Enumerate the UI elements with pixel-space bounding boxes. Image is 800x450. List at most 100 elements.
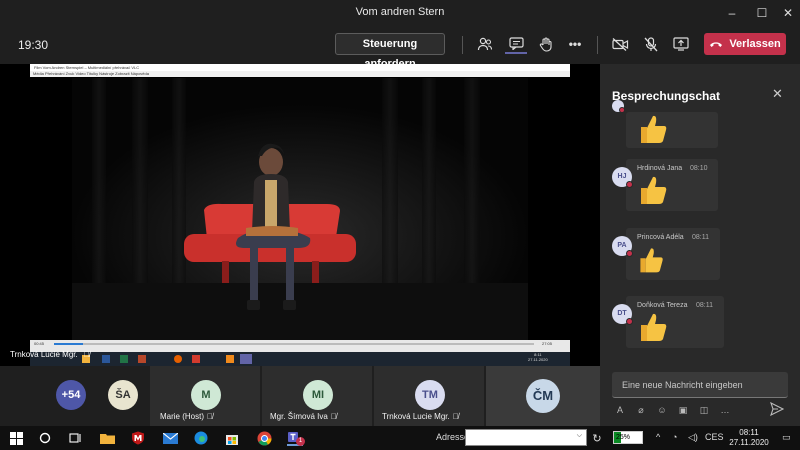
toolbar-divider: [597, 36, 598, 54]
more-options-icon[interactable]: •••: [564, 34, 586, 54]
shared-excel-icon: [120, 355, 128, 363]
windows-start-icon[interactable]: [8, 430, 24, 446]
participant-gallery: +54 ŠA M Marie (Host) 🎙̸ MI Mgr. Šímová …: [0, 366, 600, 426]
chat-icon[interactable]: [505, 34, 527, 54]
participant-avatar: M: [191, 380, 221, 410]
participant-tile[interactable]: TM Trnková Lucie Mgr. 🎙̸: [374, 366, 484, 426]
windows-taskbar: 1 Adresse ⌵ ↻ 25% ^ ◔ ◁) CES 08:11 27.11…: [0, 426, 800, 450]
mic-off-icon: 🎙̸: [452, 412, 459, 421]
participants-icon[interactable]: [474, 34, 496, 54]
window-title-bar: Vom andren Stern – ☐ ✕: [0, 0, 800, 26]
toolbar-divider: [462, 36, 463, 54]
participant-name: Mgr. Šímová Iva: [270, 412, 328, 421]
edge-icon[interactable]: [193, 430, 209, 446]
address-dropdown-icon[interactable]: ⌵: [577, 432, 582, 440]
network-icon[interactable]: ◔: [672, 432, 677, 442]
teams-taskbar-icon[interactable]: 1: [287, 430, 305, 446]
presenter-label: Trnková Lucie Mgr. 🎙̸: [10, 350, 90, 359]
chrome-icon[interactable]: [256, 430, 272, 446]
shared-teams-icon: [240, 354, 252, 364]
chat-avatar: DT: [612, 304, 633, 325]
thumbs-up-icon: [641, 313, 667, 341]
address-input[interactable]: ⌵: [465, 429, 587, 446]
maximize-icon[interactable]: ☐: [750, 4, 774, 22]
raise-hand-icon[interactable]: [535, 34, 557, 54]
participant-tile[interactable]: ČM: [486, 366, 600, 426]
chat-timestamp: 08:10: [690, 165, 708, 172]
volume-icon[interactable]: ◁): [688, 432, 698, 443]
vlc-window: Film Vom Andren Sternspiel – Multimediál…: [30, 64, 570, 366]
participant-label: Marie (Host) 🎙̸: [160, 412, 213, 421]
chat-avatar: PA: [612, 236, 633, 257]
thumbs-up-icon: [640, 248, 663, 273]
format-icon[interactable]: A: [614, 404, 626, 416]
clock-date: 27.11.2020: [729, 438, 769, 447]
presence-dot: [626, 250, 633, 257]
search-icon[interactable]: [37, 430, 53, 446]
leave-button[interactable]: Verlassen: [704, 33, 786, 55]
vlc-title-bar: Film Vom Andren Sternspiel – Multimediál…: [30, 64, 570, 71]
participant-label: Trnková Lucie Mgr. 🎙̸: [382, 412, 459, 421]
chat-avatar-initials: PA: [617, 242, 627, 249]
clock-time: 08:11: [739, 428, 759, 437]
meeting-toolbar: 19:30 Steuerung anfordern ••• Verlassen: [0, 26, 800, 70]
video-frame: [72, 78, 528, 342]
participant-avatar: ČM: [526, 379, 560, 413]
input-language[interactable]: CES: [705, 432, 724, 442]
share-screen-icon[interactable]: [670, 34, 692, 54]
mail-icon[interactable]: [162, 430, 178, 446]
emoji-icon[interactable]: ☺: [656, 404, 668, 416]
chat-avatar-initials: DT: [617, 310, 627, 317]
participant-label: Mgr. Šímová Iva 🎙̸: [270, 412, 337, 421]
sticker-icon[interactable]: ◫: [698, 404, 710, 416]
thumbs-up-icon: [641, 115, 667, 143]
participant-tile[interactable]: MI Mgr. Šímová Iva 🎙̸: [262, 366, 372, 426]
more-compose-icon[interactable]: …: [719, 404, 731, 416]
shared-word-icon: [102, 355, 110, 363]
chat-avatar-initials: HJ: [617, 173, 627, 180]
chat-message: HJ Hrdinová Jana 08:10: [612, 159, 718, 211]
tray-chevron-icon[interactable]: ^: [656, 432, 660, 442]
chat-message-input[interactable]: Eine neue Nachricht eingeben: [612, 372, 788, 398]
send-icon[interactable]: [770, 402, 784, 416]
minimize-icon[interactable]: –: [720, 4, 744, 22]
task-view-icon[interactable]: [67, 430, 83, 446]
mic-off-icon: 🎙̸: [207, 412, 214, 421]
participant-tile[interactable]: M Marie (Host) 🎙̸: [150, 366, 260, 426]
refresh-icon[interactable]: ↻: [589, 430, 605, 446]
chat-avatar: [612, 100, 625, 113]
presence-dot: [626, 318, 633, 325]
mic-off-icon[interactable]: [640, 34, 662, 54]
presence-dot: [626, 181, 633, 188]
mcafee-icon[interactable]: [130, 430, 146, 446]
shared-vlc-icon: [226, 355, 234, 363]
presence-dot: [619, 107, 625, 113]
shared-acrobat-icon: [192, 355, 200, 363]
gif-icon[interactable]: ▣: [677, 404, 689, 416]
chat-avatar: HJ: [612, 167, 633, 188]
attach-icon[interactable]: ⌀: [635, 404, 647, 416]
shared-screen: Film Vom Andren Sternspiel – Multimediál…: [0, 64, 600, 366]
request-control-button[interactable]: Steuerung anfordern: [335, 33, 445, 70]
vlc-controls: 00:45 27:05: [30, 340, 570, 352]
more-participants-badge[interactable]: +54: [56, 380, 86, 410]
shared-clock: 8:11 27.11.2020: [528, 352, 548, 362]
chat-sender-name: Doňková Tereza: [637, 302, 688, 309]
presenter-mic-off-icon: 🎙̸: [83, 350, 90, 359]
notifications-icon[interactable]: ▭: [782, 432, 791, 443]
battery-indicator: 25%: [613, 431, 643, 444]
battery-label: 25%: [616, 434, 631, 441]
store-icon[interactable]: [224, 430, 240, 446]
chat-message: DT Doňková Tereza 08:11: [612, 296, 724, 348]
close-chat-icon[interactable]: ✕: [772, 86, 783, 102]
presenter-name: Trnková Lucie Mgr.: [10, 350, 78, 359]
window-title: Vom andren Stern: [355, 6, 445, 18]
system-clock[interactable]: 08:11 27.11.2020: [724, 428, 774, 448]
teams-notification-badge: 1: [296, 437, 305, 446]
vlc-seek-bar[interactable]: [54, 343, 534, 345]
chat-sender-name: Princová Adéla: [637, 234, 684, 241]
camera-off-icon[interactable]: [609, 34, 631, 54]
close-window-icon[interactable]: ✕: [776, 4, 800, 22]
file-explorer-icon[interactable]: [99, 430, 115, 446]
vlc-time-end: 27:05: [542, 341, 553, 346]
